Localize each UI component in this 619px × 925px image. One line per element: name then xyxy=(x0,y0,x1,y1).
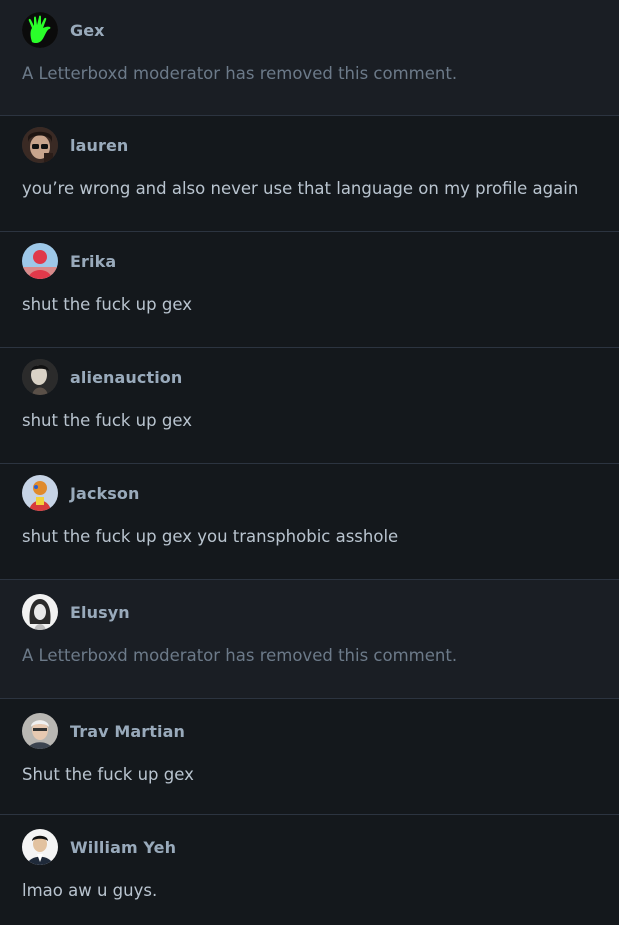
username[interactable]: Elusyn xyxy=(70,603,130,622)
username[interactable]: Trav Martian xyxy=(70,722,185,741)
comment: Trav Martian Shut the fuck up gex xyxy=(0,699,619,815)
username[interactable]: lauren xyxy=(70,136,128,155)
comment: Elusyn A Letterboxd moderator has remove… xyxy=(0,580,619,699)
comment-text: shut the fuck up gex xyxy=(22,411,192,430)
comment-header: Trav Martian xyxy=(22,713,185,749)
comment-text: A Letterboxd moderator has removed this … xyxy=(22,646,458,665)
comment: lauren you’re wrong and also never use t… xyxy=(0,116,619,232)
username[interactable]: alienauction xyxy=(70,368,182,387)
colorful-character xyxy=(22,475,58,511)
comment-text: shut the fuck up gex xyxy=(22,295,192,314)
comment-text: you’re wrong and also never use that lan… xyxy=(22,179,579,198)
comment: Gex A Letterboxd moderator has removed t… xyxy=(0,0,619,116)
comment-text: Shut the fuck up gex xyxy=(22,765,194,784)
avatar[interactable] xyxy=(22,713,58,749)
red-figure-portrait xyxy=(22,243,58,279)
avatar[interactable] xyxy=(22,594,58,630)
comment-header: Erika xyxy=(22,243,116,279)
gray-hair-portrait xyxy=(22,713,58,749)
portrait-with-glasses xyxy=(22,127,58,163)
comment-text: shut the fuck up gex you transphobic ass… xyxy=(22,527,399,546)
comment: Jackson shut the fuck up gex you transph… xyxy=(0,464,619,580)
comment-text: lmao aw u guys. xyxy=(22,881,158,900)
comment: alienauction shut the fuck up gex xyxy=(0,348,619,464)
username[interactable]: Gex xyxy=(70,21,105,40)
dark-portrait xyxy=(22,359,58,395)
comment: William Yeh lmao aw u guys. xyxy=(0,815,619,925)
avatar[interactable] xyxy=(22,127,58,163)
username[interactable]: William Yeh xyxy=(70,838,176,857)
comment-list: Gex A Letterboxd moderator has removed t… xyxy=(0,0,619,925)
comment-header: Jackson xyxy=(22,475,139,511)
username[interactable]: Jackson xyxy=(70,484,139,503)
avatar[interactable] xyxy=(22,12,58,48)
avatar[interactable] xyxy=(22,359,58,395)
comment-header: alienauction xyxy=(22,359,182,395)
green-hand-icon xyxy=(22,12,58,48)
avatar[interactable] xyxy=(22,243,58,279)
username[interactable]: Erika xyxy=(70,252,116,271)
comment-header: William Yeh xyxy=(22,829,176,865)
avatar[interactable] xyxy=(22,475,58,511)
comment-header: Gex xyxy=(22,12,105,48)
avatar[interactable] xyxy=(22,829,58,865)
suit-portrait xyxy=(22,829,58,865)
comment-header: Elusyn xyxy=(22,594,130,630)
comment: Erika shut the fuck up gex xyxy=(0,232,619,348)
comment-header: lauren xyxy=(22,127,128,163)
sketch-portrait xyxy=(22,594,58,630)
comment-text: A Letterboxd moderator has removed this … xyxy=(22,64,458,83)
